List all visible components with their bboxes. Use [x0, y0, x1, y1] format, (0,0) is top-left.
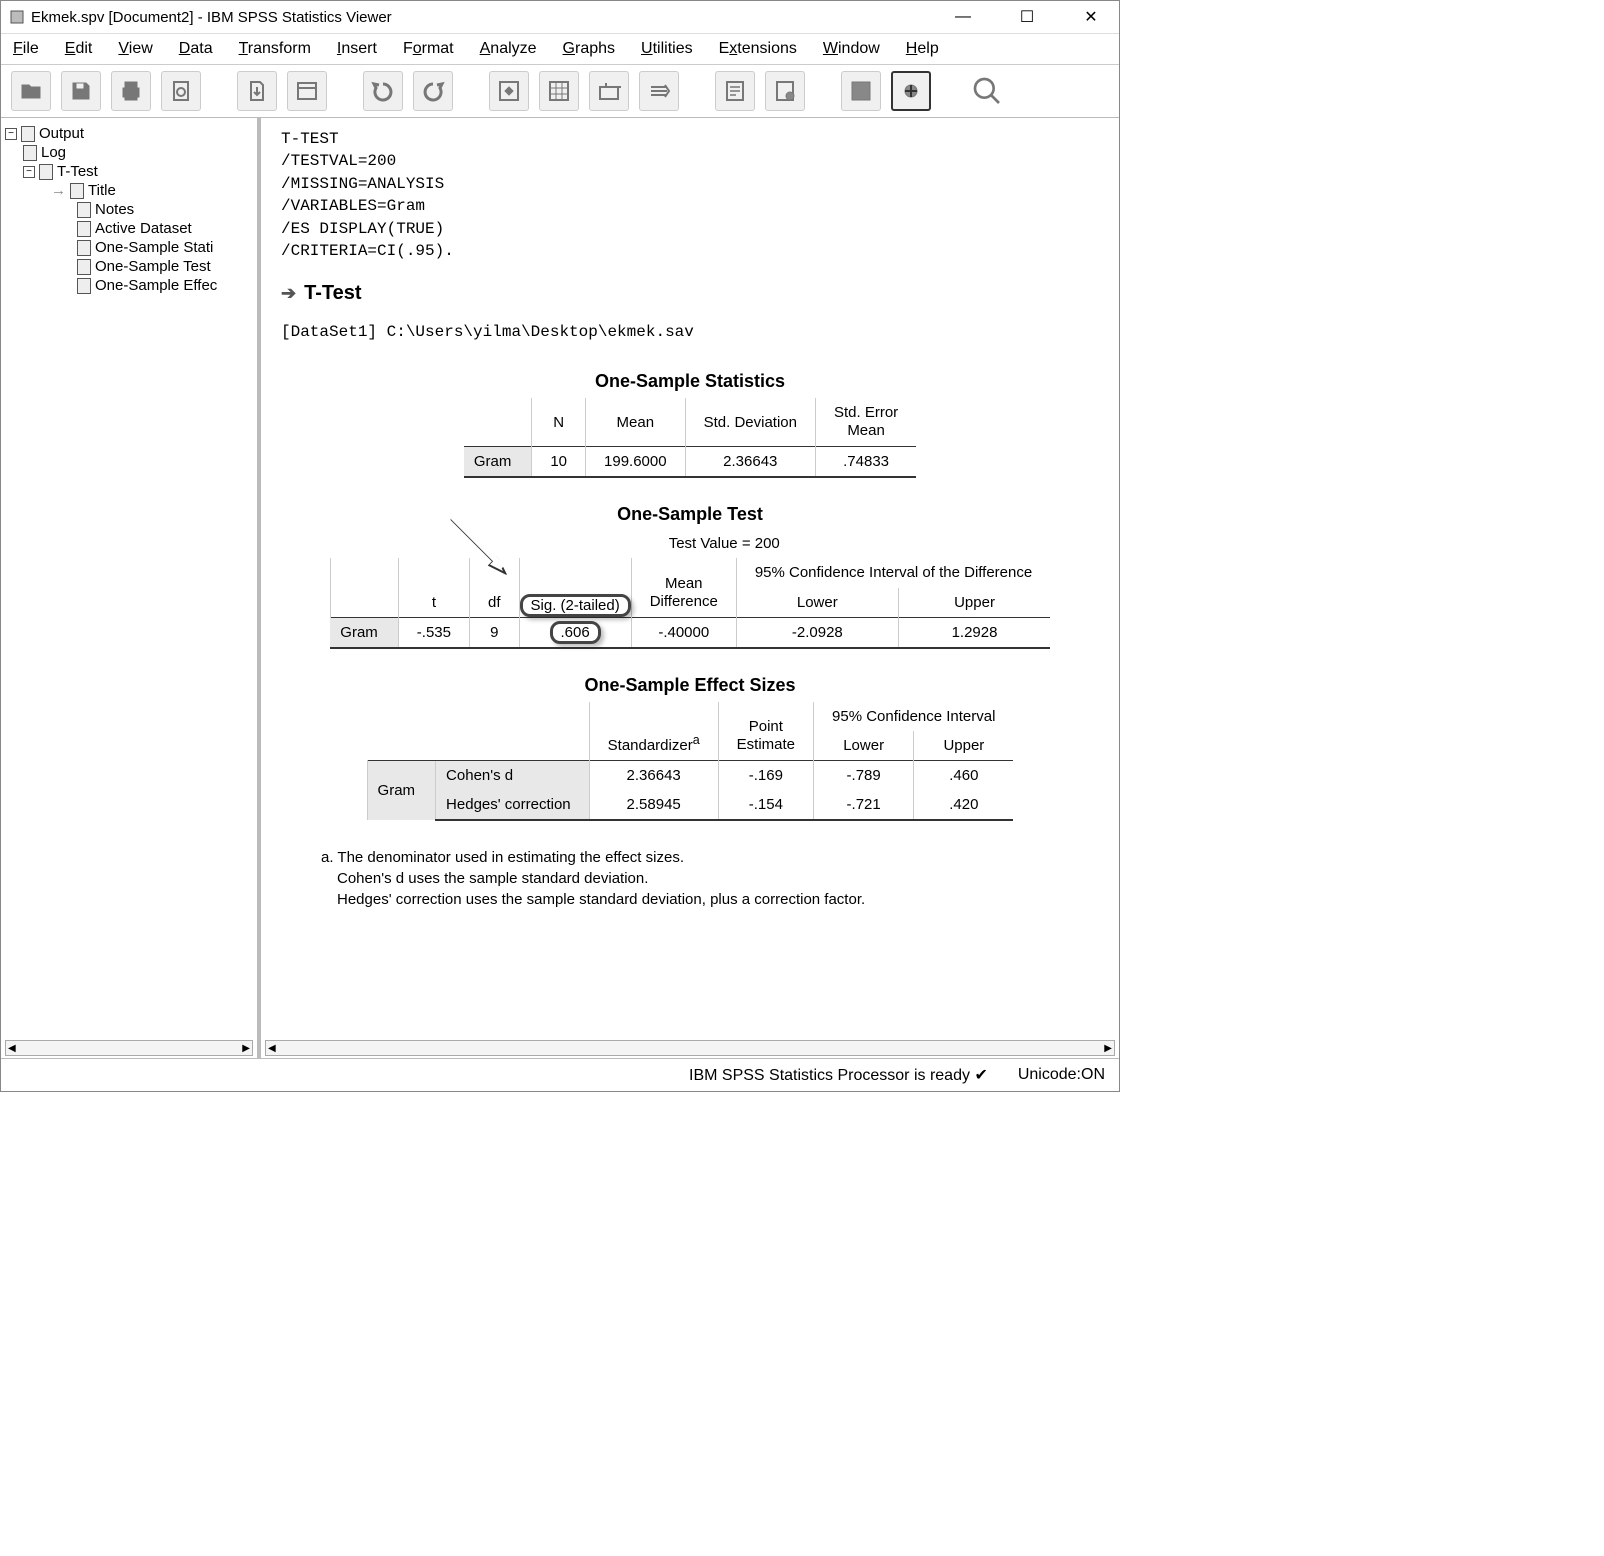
recall-dialog-icon[interactable] [287, 71, 327, 111]
tree-one-sample-stats[interactable]: One-Sample Stati [5, 238, 253, 257]
outline-pane[interactable]: − Output Log − T-Test → Title Notes [1, 118, 261, 1058]
goto-data-icon[interactable] [489, 71, 529, 111]
menu-view[interactable]: View [118, 40, 152, 58]
tree-output-label: Output [39, 125, 84, 142]
app-window: Ekmek.spv [Document2] - IBM SPSS Statist… [0, 0, 1120, 1092]
arrow-icon: ➔ [281, 283, 296, 304]
sig-highlight: Sig. (2-tailed) [520, 594, 631, 617]
table-icon [77, 259, 91, 275]
menu-analyze[interactable]: Analyze [480, 40, 537, 58]
menu-transform[interactable]: Transform [239, 40, 311, 58]
menu-data[interactable]: Data [179, 40, 213, 58]
outline-hscrollbar[interactable]: ◀▶ [5, 1040, 253, 1056]
tree-title[interactable]: → Title [5, 181, 253, 200]
output-icon [21, 126, 35, 142]
notes-icon [77, 202, 91, 218]
app-icon [9, 9, 25, 25]
chart-icon[interactable] [841, 71, 881, 111]
tbl1-title: One-Sample Statistics [281, 371, 1099, 392]
open-icon[interactable] [11, 71, 51, 111]
tree-one-sample-effect[interactable]: One-Sample Effec [5, 276, 253, 295]
one-sample-statistics-table[interactable]: N Mean Std. Deviation Std. ErrorMean Gra… [464, 398, 916, 478]
dataset-path: [DataSet1] C:\Users\yilma\Desktop\ekmek.… [281, 323, 1099, 341]
minimize-button[interactable]: — [943, 5, 983, 29]
sig-value-highlight: .606 [550, 621, 601, 644]
tree-log-label: Log [41, 144, 66, 161]
table-icon [77, 278, 91, 294]
print-icon[interactable] [111, 71, 151, 111]
tbl2-title: One-Sample Test [281, 504, 1099, 525]
content-pane[interactable]: T-TEST /TESTVAL=200 /MISSING=ANALYSIS /V… [261, 118, 1119, 1058]
insert-title-icon[interactable] [765, 71, 805, 111]
window-title: Ekmek.spv [Document2] - IBM SPSS Statist… [31, 9, 943, 26]
insert-text-icon[interactable] [715, 71, 755, 111]
ttest-icon [39, 164, 53, 180]
menu-extensions[interactable]: Extensions [719, 40, 797, 58]
menu-help[interactable]: Help [906, 40, 939, 58]
menu-graphs[interactable]: Graphs [563, 40, 615, 58]
section-heading: ➔ T-Test [281, 282, 1099, 305]
undo-icon[interactable] [363, 71, 403, 111]
search-icon[interactable] [967, 71, 1007, 111]
tree-log[interactable]: Log [5, 143, 253, 162]
tree-active-dataset[interactable]: Active Dataset [5, 219, 253, 238]
menubar: File Edit View Data Transform Insert For… [1, 34, 1119, 65]
dataset-icon [77, 221, 91, 237]
menu-utilities[interactable]: Utilities [641, 40, 693, 58]
footnote: a. The denominator used in estimating th… [321, 847, 1099, 910]
one-sample-effect-sizes-table[interactable]: Standardizera PointEstimate 95% Confiden… [367, 702, 1014, 821]
title-icon [70, 183, 84, 199]
titlebar: Ekmek.spv [Document2] - IBM SPSS Statist… [1, 1, 1119, 34]
menu-insert[interactable]: Insert [337, 40, 377, 58]
statusbar: IBM SPSS Statistics Processor is ready ✔… [1, 1058, 1119, 1091]
tree-ttest[interactable]: − T-Test [5, 162, 253, 181]
table-icon [77, 240, 91, 256]
menu-file[interactable]: File [13, 40, 39, 58]
syntax-block: T-TEST /TESTVAL=200 /MISSING=ANALYSIS /V… [281, 128, 1099, 262]
tree-one-sample-test[interactable]: One-Sample Test [5, 257, 253, 276]
log-icon [23, 145, 37, 161]
status-ready: IBM SPSS Statistics Processor is ready [689, 1067, 970, 1084]
variables-icon[interactable] [589, 71, 629, 111]
redo-icon[interactable] [413, 71, 453, 111]
preview-icon[interactable] [161, 71, 201, 111]
save-icon[interactable] [61, 71, 101, 111]
menu-format[interactable]: Format [403, 40, 454, 58]
one-sample-test-table[interactable]: Test Value = 200 t df Sig. (2-tailed) Me… [330, 531, 1050, 649]
check-icon: ✔ [974, 1065, 987, 1085]
tree-ttest-label: T-Test [57, 163, 98, 180]
tree-notes[interactable]: Notes [5, 200, 253, 219]
tree-root[interactable]: − Output [5, 124, 253, 143]
close-button[interactable]: ✕ [1071, 5, 1111, 29]
status-unicode: Unicode:ON [1018, 1066, 1105, 1084]
goto-case-icon[interactable] [539, 71, 579, 111]
tbl3-title: One-Sample Effect Sizes [281, 675, 1099, 696]
callout-arrow-icon [441, 509, 521, 589]
maximize-button[interactable]: ☐ [1007, 5, 1047, 29]
select-icon[interactable] [639, 71, 679, 111]
menu-window[interactable]: Window [823, 40, 880, 58]
menu-edit[interactable]: Edit [65, 40, 93, 58]
toolbar [1, 65, 1119, 118]
designate-window-icon[interactable] [891, 71, 931, 111]
export-icon[interactable] [237, 71, 277, 111]
content-hscrollbar[interactable]: ◀▶ [265, 1040, 1115, 1056]
